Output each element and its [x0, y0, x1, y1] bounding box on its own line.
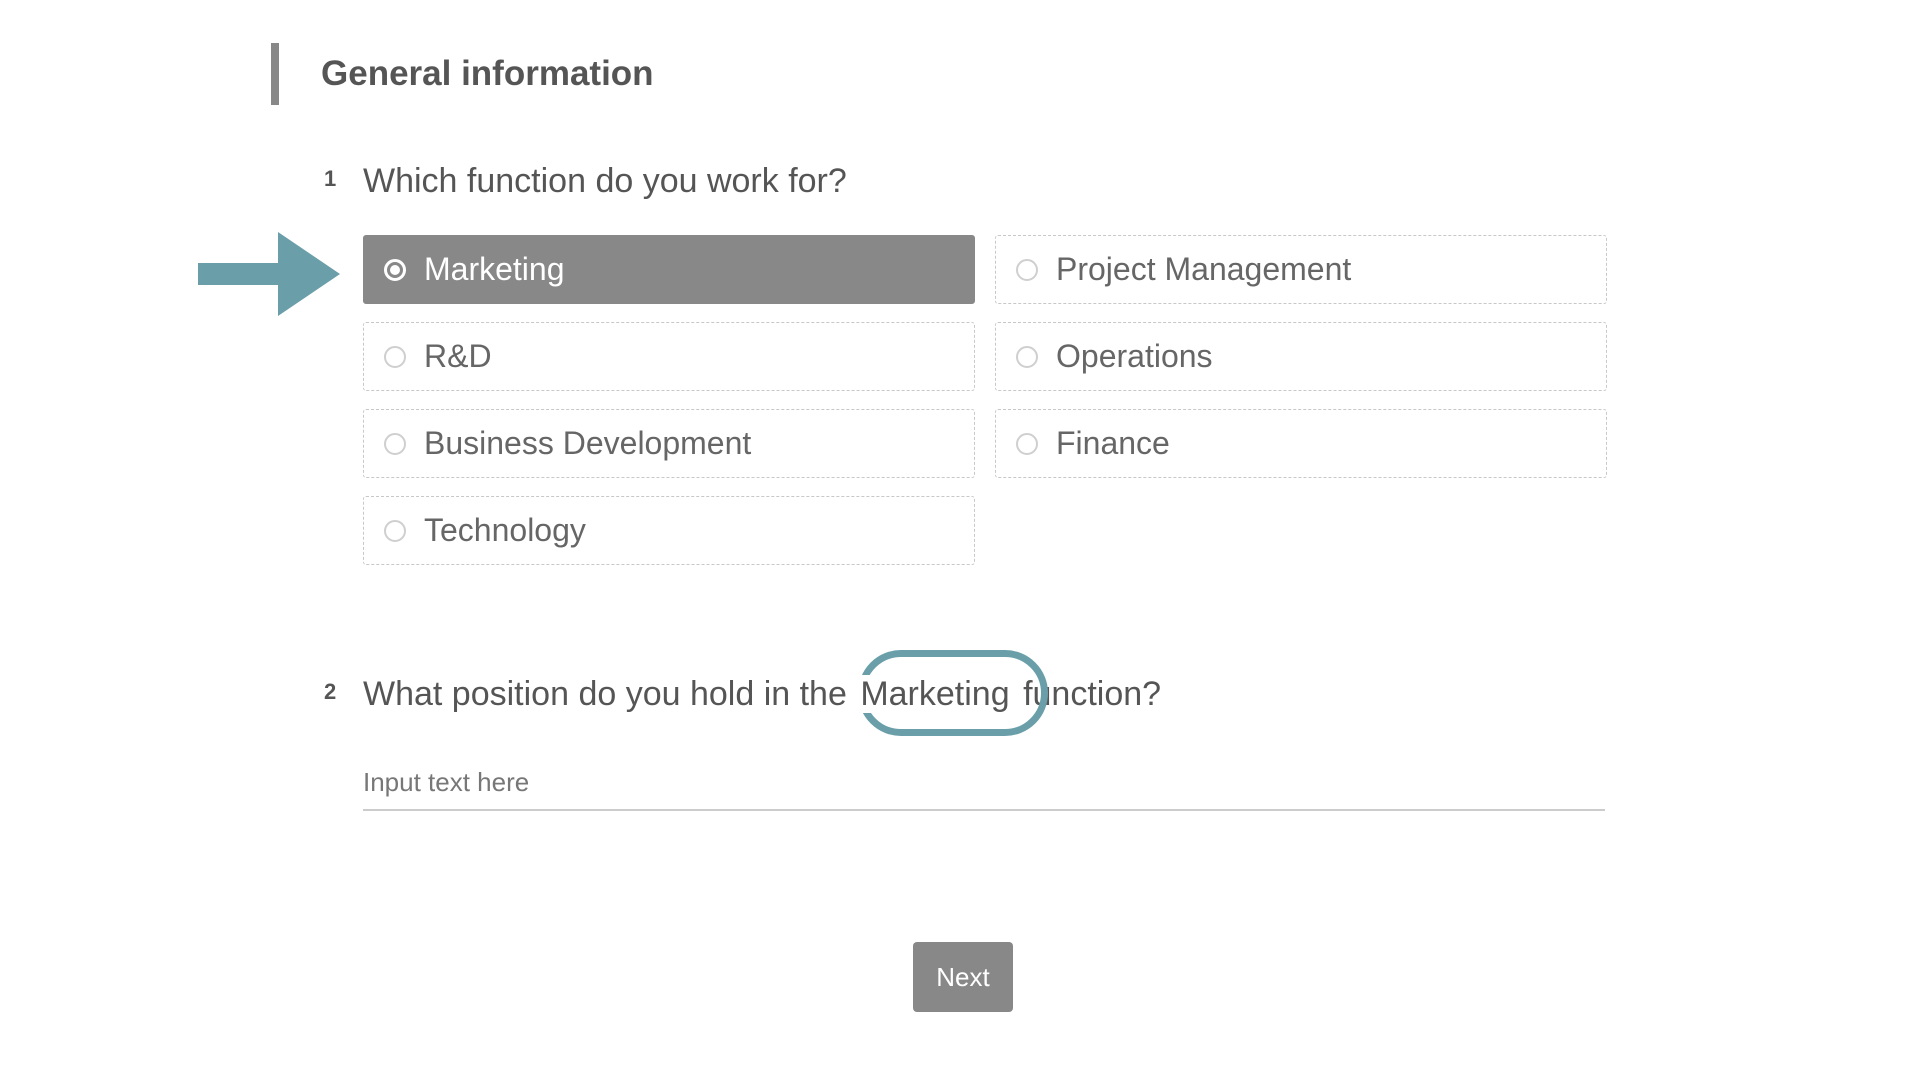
option-technology[interactable]: Technology: [363, 496, 975, 565]
section-title: General information: [321, 54, 654, 93]
option-label: Operations: [1056, 338, 1213, 374]
question-2-text-after: function?: [1023, 675, 1162, 713]
option-label: R&D: [424, 338, 492, 374]
option-finance[interactable]: Finance: [995, 409, 1607, 478]
option-label: Project Management: [1056, 251, 1352, 287]
question-2-text-before: What position do you hold in the: [363, 675, 847, 713]
question-1-text: Which function do you work for?: [363, 162, 847, 200]
highlighted-function-name: Marketing: [856, 675, 1014, 713]
radio-unchecked-icon[interactable]: [384, 432, 406, 455]
question-2-text: What position do you hold in the Marketi…: [363, 675, 1161, 714]
radio-unchecked-icon[interactable]: [384, 345, 406, 368]
function-options: Marketing Project Management R&D Operati…: [363, 235, 1607, 565]
option-label: Finance: [1056, 425, 1170, 461]
question-2-number: 2: [324, 679, 337, 704]
position-input[interactable]: [363, 755, 1605, 811]
option-rnd[interactable]: R&D: [363, 322, 975, 391]
radio-checked-icon[interactable]: [384, 258, 406, 281]
radio-unchecked-icon[interactable]: [1016, 432, 1038, 455]
radio-unchecked-icon[interactable]: [1016, 258, 1038, 281]
radio-unchecked-icon[interactable]: [384, 519, 406, 542]
question-1-number: 1: [324, 166, 337, 191]
option-business-development[interactable]: Business Development: [363, 409, 975, 478]
option-label: Technology: [424, 512, 586, 548]
option-operations[interactable]: Operations: [995, 322, 1607, 391]
option-label: Marketing: [424, 251, 565, 287]
right-arrow-icon: [198, 232, 340, 316]
section-header: General information: [271, 43, 654, 105]
option-project-management[interactable]: Project Management: [995, 235, 1607, 304]
option-marketing[interactable]: Marketing: [363, 235, 975, 304]
radio-unchecked-icon[interactable]: [1016, 345, 1038, 368]
next-button[interactable]: Next: [913, 942, 1013, 1012]
survey-page: General information 1 Which function do …: [0, 0, 1920, 1080]
option-label: Business Development: [424, 425, 752, 461]
